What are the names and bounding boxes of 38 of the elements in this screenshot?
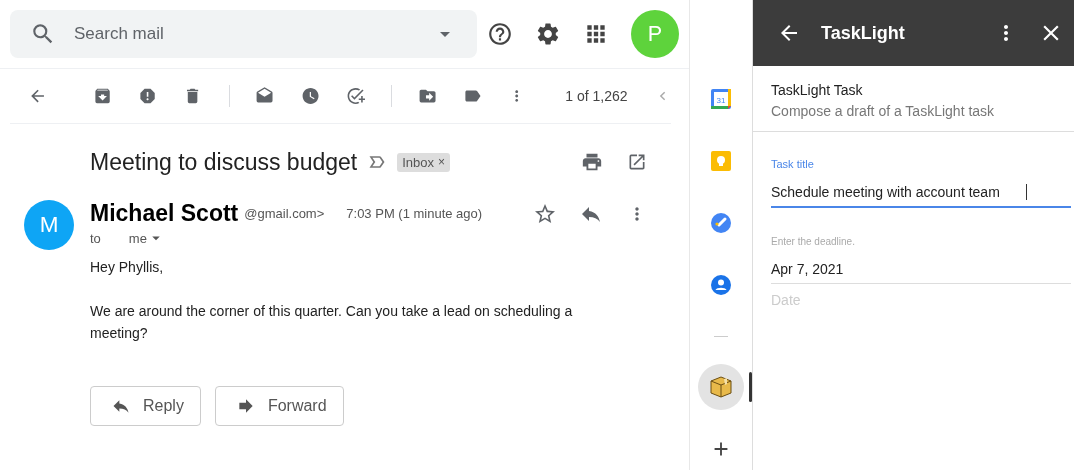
calendar-day: 31: [716, 96, 726, 105]
reply-button[interactable]: Reply: [90, 386, 201, 426]
recipient-name: me: [128, 230, 147, 246]
panel-title: TaskLight: [821, 22, 906, 44]
settings-icon[interactable]: [535, 21, 561, 47]
sender-avatar: M: [24, 200, 74, 250]
help-icon[interactable]: [487, 21, 513, 47]
remove-label-button[interactable]: ×: [438, 155, 446, 169]
field-label: Task title: [771, 158, 815, 170]
text-cursor: [1026, 184, 1027, 200]
clock-icon[interactable]: [300, 85, 320, 107]
message-paragraph: Hey Phyllis,: [90, 258, 165, 277]
to-label: to: [90, 230, 101, 246]
search-input[interactable]: Search mail: [72, 23, 417, 45]
input-field[interactable]: Apr 7, 2021: [771, 261, 1071, 284]
label-text: Inbox: [402, 154, 435, 170]
active-indicator: [749, 372, 752, 402]
active-side-app-button[interactable]: [698, 364, 744, 410]
add-task-icon[interactable]: [345, 85, 365, 107]
message-paragraph: We are around the corner of this quarter. Can you take a lead on scheduling a meeting?: [90, 302, 574, 343]
search-field[interactable]: Search mail: [10, 10, 477, 58]
tasks-icon: [710, 212, 732, 234]
side-app-button[interactable]: 31: [698, 76, 744, 122]
open-new-window-icon[interactable]: [627, 152, 647, 172]
sender-email: @gmail.com>: [244, 206, 325, 221]
package-icon: [708, 374, 734, 400]
sender-name: Michael Scott: [90, 200, 239, 227]
pager-count: 1 of 1,262: [565, 88, 628, 104]
input-field[interactable]: Schedule meeting with account team: [771, 184, 1071, 208]
email-subject: Meeting to discuss budget: [90, 148, 358, 176]
print-icon[interactable]: [581, 151, 603, 173]
field-label: Enter the deadline.: [771, 236, 856, 247]
forward-button[interactable]: Forward: [214, 386, 344, 426]
card-subtitle: Compose a draft of a TaskLight task: [771, 103, 996, 119]
card-title: TaskLight Task: [771, 82, 864, 98]
contacts-icon: [710, 274, 732, 296]
lightbulb-icon: [710, 150, 732, 172]
message-time: 7:03 PM (1 minute ago): [346, 206, 483, 221]
